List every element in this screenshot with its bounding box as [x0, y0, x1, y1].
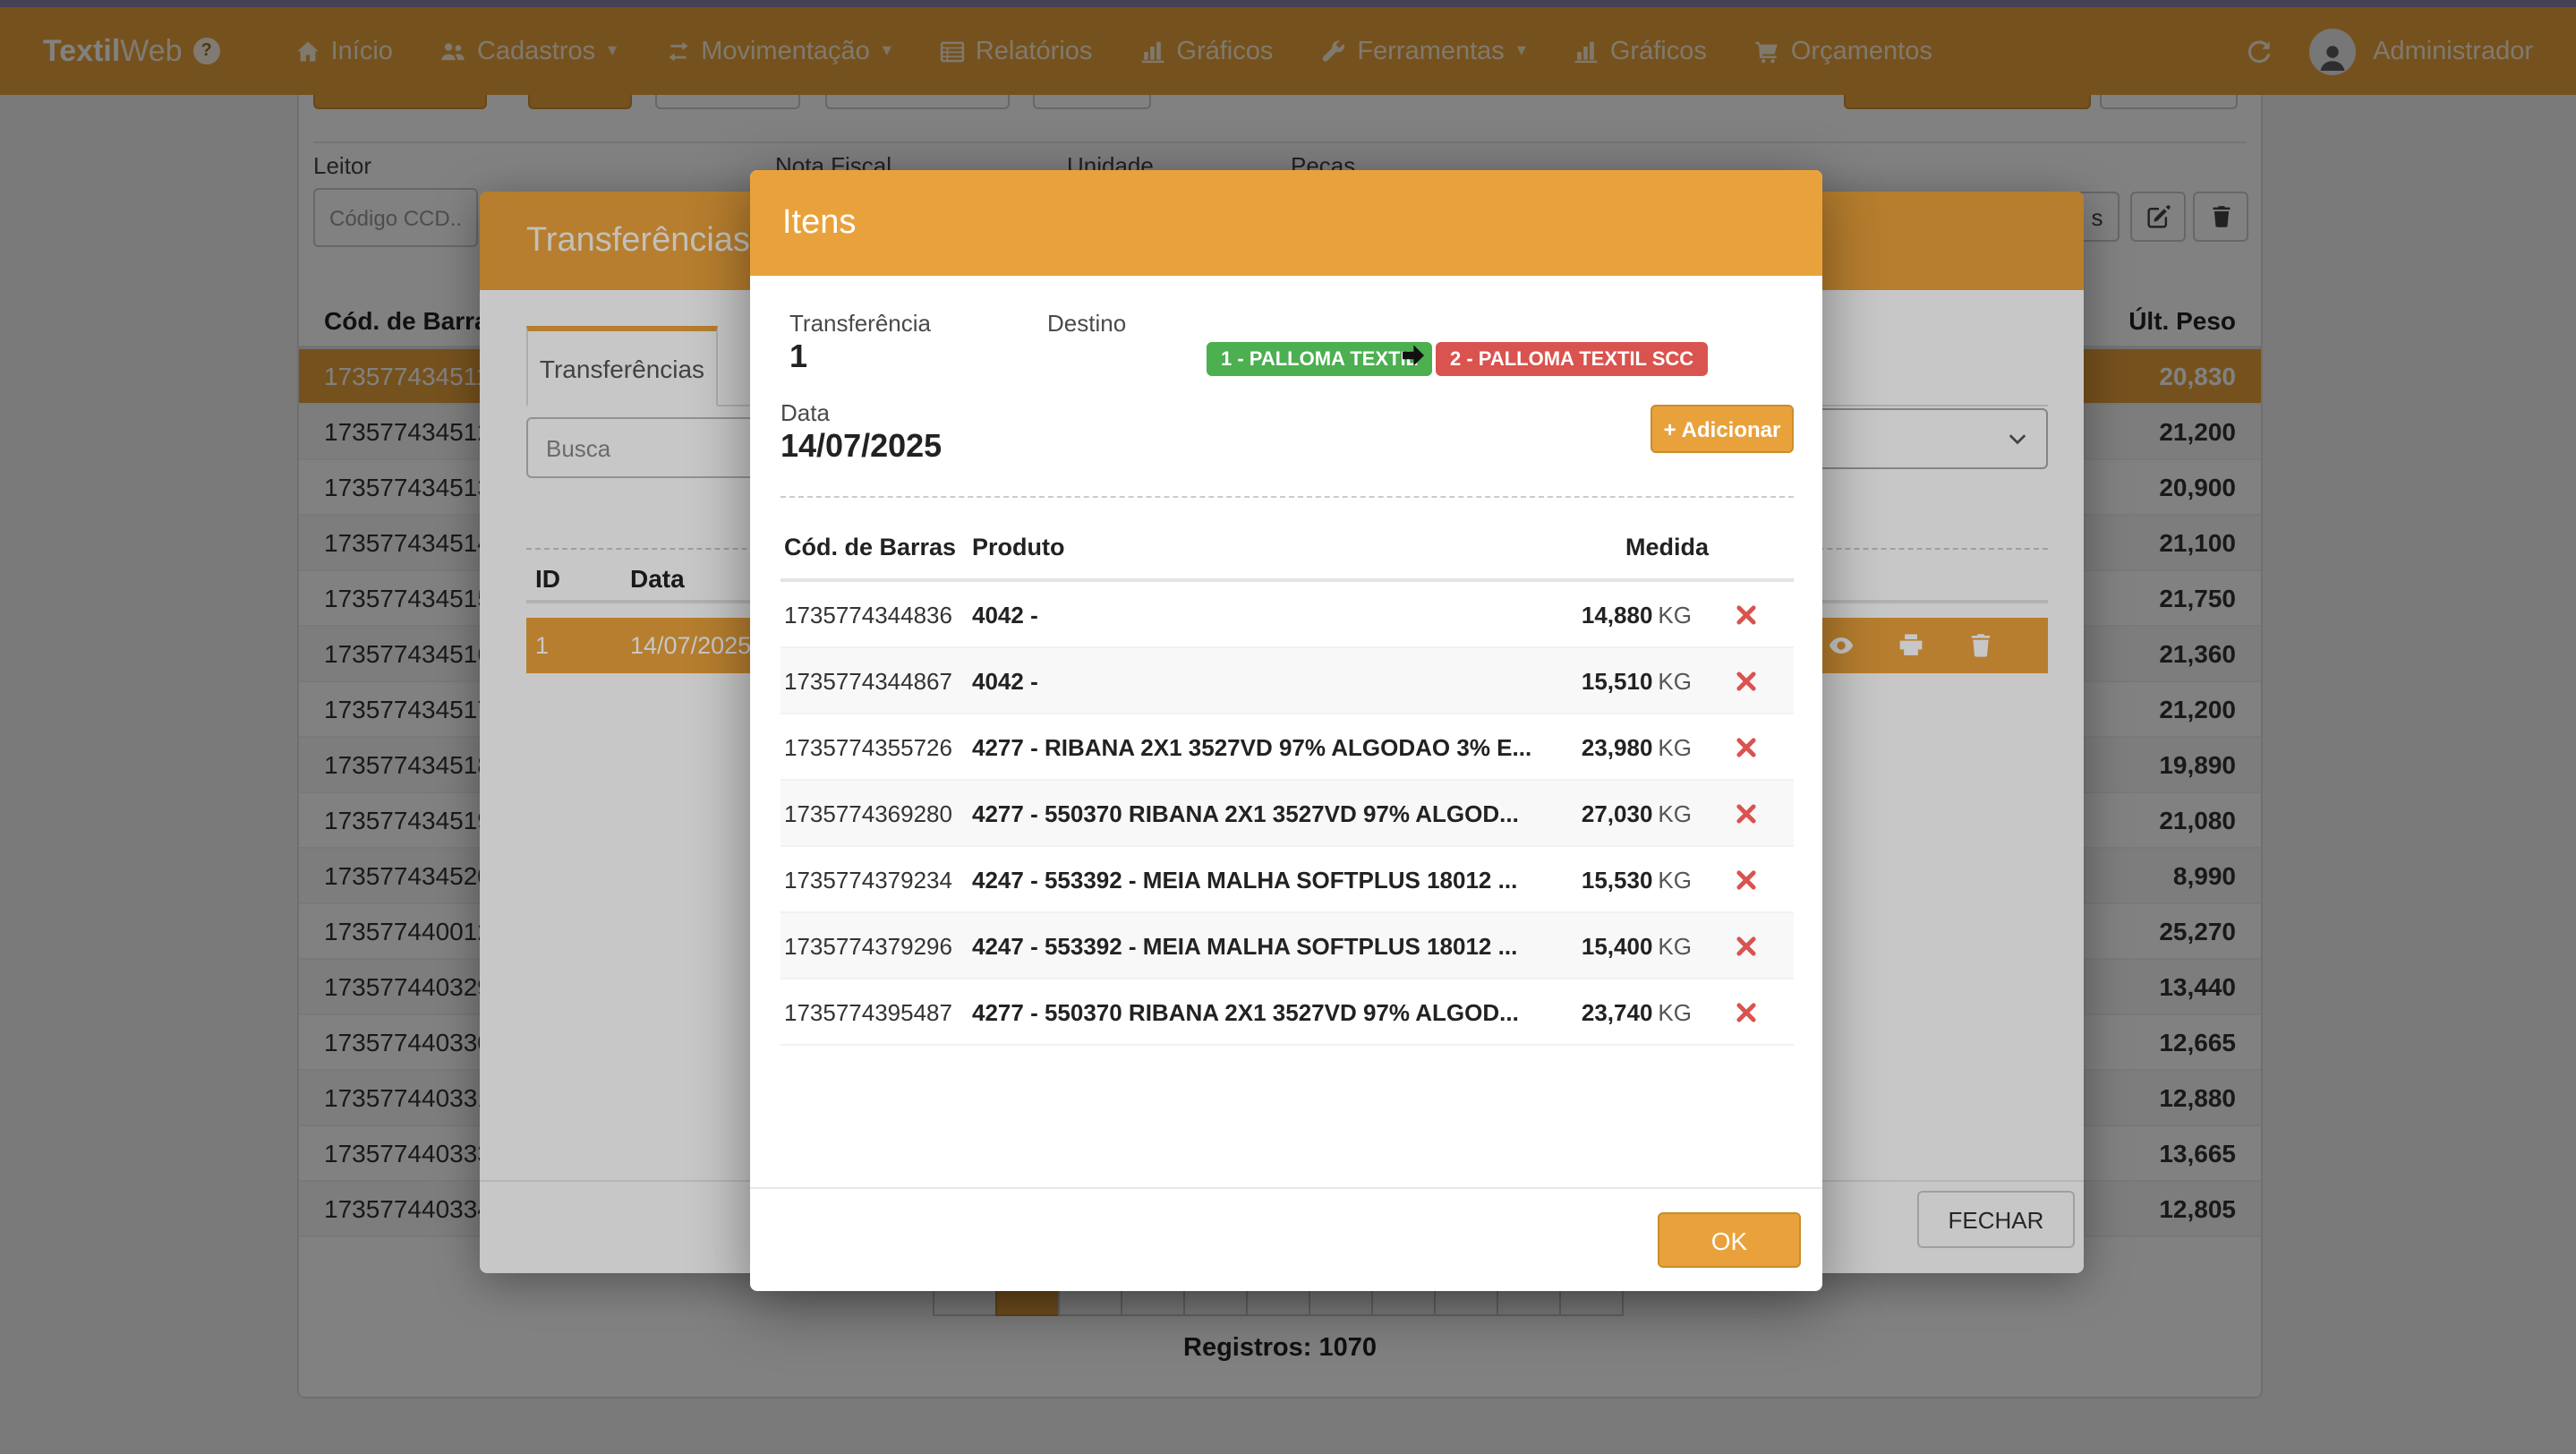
- plus-icon: +: [1664, 416, 1676, 441]
- ok-button[interactable]: OK: [1658, 1212, 1801, 1268]
- item-barcode: 1735774355726: [784, 733, 952, 760]
- item-row: 1735774395487 4277 - 550370 RIBANA 2X1 3…: [780, 979, 1794, 1046]
- ok-label: OK: [1711, 1226, 1747, 1254]
- measure-column-header: Medida: [1625, 534, 1709, 560]
- item-product: 4042 -: [972, 667, 1038, 694]
- item-measure: 23,740KG: [1582, 998, 1692, 1025]
- remove-item-icon[interactable]: [1735, 868, 1758, 891]
- remove-item-icon[interactable]: [1735, 603, 1758, 626]
- item-row: 1735774355726 4277 - RIBANA 2X1 3527VD 9…: [780, 714, 1794, 781]
- item-row: 1735774344836 4042 - 14,880KG: [780, 582, 1794, 648]
- item-row: 1735774369280 4277 - 550370 RIBANA 2X1 3…: [780, 781, 1794, 847]
- item-product: 4277 - 550370 RIBANA 2X1 3527VD 97% ALGO…: [972, 998, 1519, 1025]
- data-value: 14/07/2025: [780, 428, 942, 466]
- item-measure: 27,030KG: [1582, 800, 1692, 826]
- item-barcode: 1735774369280: [784, 800, 952, 826]
- product-column-header: Produto: [972, 534, 1065, 560]
- data-label: Data: [780, 399, 830, 426]
- item-row: 1735774379296 4247 - 553392 - MEIA MALHA…: [780, 913, 1794, 979]
- item-barcode: 1735774379296: [784, 932, 952, 959]
- item-product: 4042 -: [972, 601, 1038, 628]
- item-measure: 15,510KG: [1582, 667, 1692, 694]
- origin-badge: 1 - PALLOMA TEXTIL: [1207, 342, 1432, 376]
- remove-item-icon[interactable]: [1735, 801, 1758, 825]
- app-root: Leitor Nota Fiscal Unidade Pecas s Cód. …: [0, 0, 2576, 1454]
- adicionar-button[interactable]: + Adicionar: [1651, 405, 1794, 453]
- divider: [780, 496, 1794, 498]
- item-barcode: 1735774395487: [784, 998, 952, 1025]
- browser-top-strip: [0, 0, 2576, 7]
- divider: [750, 1187, 1822, 1189]
- destino-label: Destino: [1047, 310, 1126, 337]
- remove-item-icon[interactable]: [1735, 735, 1758, 758]
- item-product: 4247 - 553392 - MEIA MALHA SOFTPLUS 1801…: [972, 932, 1517, 959]
- destination-badge: 2 - PALLOMA TEXTIL SCC: [1436, 342, 1708, 376]
- adicionar-label: Adicionar: [1682, 416, 1781, 441]
- remove-item-icon[interactable]: [1735, 934, 1758, 957]
- items-modal-header: Itens: [750, 170, 1822, 276]
- item-measure: 15,530KG: [1582, 866, 1692, 893]
- transfer-value: 1: [789, 338, 807, 376]
- item-row: 1735774344867 4042 - 15,510KG: [780, 648, 1794, 714]
- remove-item-icon[interactable]: [1735, 1000, 1758, 1023]
- items-modal-title: Itens: [782, 203, 856, 243]
- item-barcode: 1735774344836: [784, 601, 952, 628]
- item-row: 1735774379234 4247 - 553392 - MEIA MALHA…: [780, 847, 1794, 913]
- item-measure: 15,400KG: [1582, 932, 1692, 959]
- item-product: 4277 - RIBANA 2X1 3527VD 97% ALGODAO 3% …: [972, 733, 1531, 760]
- item-product: 4277 - 550370 RIBANA 2X1 3527VD 97% ALGO…: [972, 800, 1519, 826]
- items-modal: Itens Transferência 1 Destino 1 - PALLOM…: [750, 170, 1822, 1291]
- item-product: 4247 - 553392 - MEIA MALHA SOFTPLUS 1801…: [972, 866, 1517, 893]
- item-measure: 23,980KG: [1582, 733, 1692, 760]
- item-barcode: 1735774379234: [784, 866, 952, 893]
- transfer-label: Transferência: [789, 310, 931, 337]
- remove-item-icon[interactable]: [1735, 669, 1758, 692]
- item-measure: 14,880KG: [1582, 601, 1692, 628]
- arrow-right-icon: [1400, 342, 1427, 369]
- item-barcode: 1735774344867: [784, 667, 952, 694]
- barcode-column-header: Cód. de Barras: [784, 534, 956, 560]
